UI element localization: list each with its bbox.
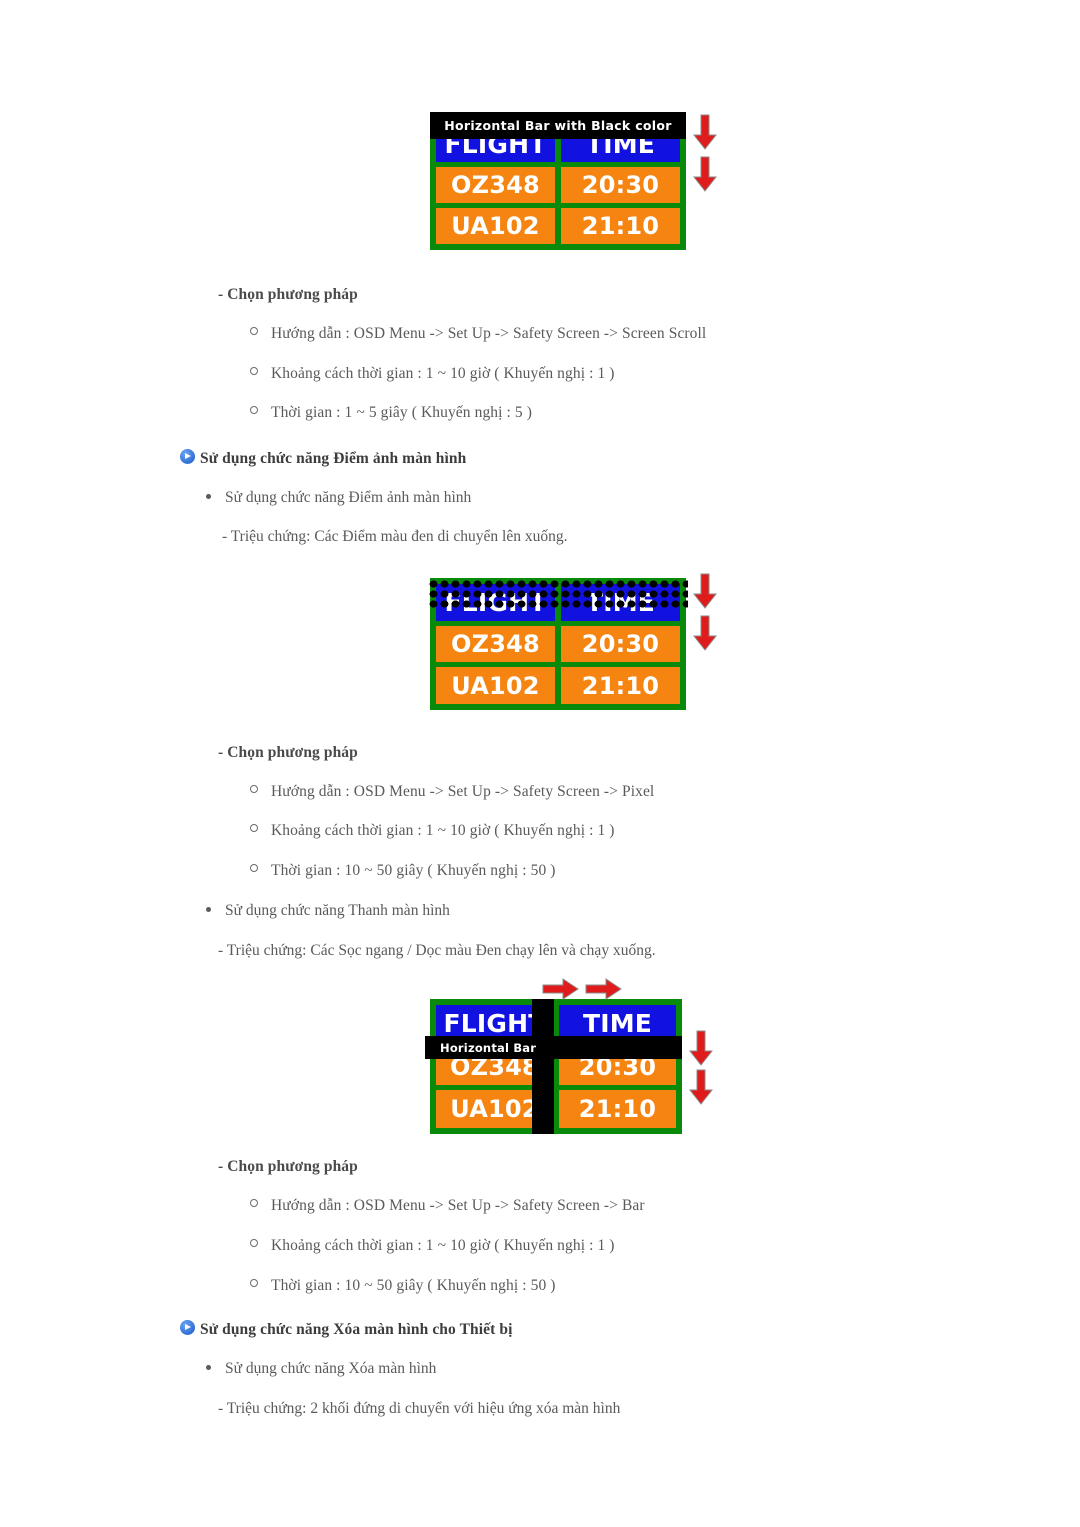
pixel-option-1-label: Hướng dẫn : OSD Menu -> Set Up -> Safety…	[271, 783, 655, 800]
board-row-1: OZ348 20:30	[436, 167, 680, 203]
pixel-method-title: - Chọn phương pháp	[218, 744, 358, 761]
bar-option-1-label: Hướng dẫn : OSD Menu -> Set Up -> Safety…	[271, 1197, 645, 1214]
bar-option-3: Thời gian : 10 ~ 50 giây ( Khuyến nghị :…	[250, 1277, 556, 1295]
option-bullet-icon	[250, 367, 258, 375]
scroll-option-1-label: Hướng dẫn : OSD Menu -> Set Up -> Safety…	[271, 325, 707, 342]
board-row-2: UA102 21:10	[436, 208, 680, 244]
section-arrow-icon	[180, 449, 195, 464]
flight-board: FLIGHT TIME OZ348 20:30 UA102 21:10	[430, 999, 682, 1134]
cell-flight-ua102: UA102	[436, 208, 555, 244]
pixel-option-3-label: Thời gian : 10 ~ 50 giây ( Khuyến nghị :…	[271, 862, 556, 879]
pixel-down-arrow-1	[692, 573, 718, 609]
scroll-option-3: Thời gian : 1 ~ 5 giây ( Khuyến nghị : 5…	[250, 404, 532, 422]
option-bullet-icon	[250, 1239, 258, 1247]
black-pixel-dots-overlay	[428, 579, 688, 609]
cell-time-2110: 21:10	[561, 667, 680, 705]
board-row-1: OZ348 20:30	[436, 625, 680, 663]
scroll-down-arrow-2	[692, 156, 718, 192]
bar-right-arrow-1	[542, 978, 579, 1000]
horizontal-black-bar: Horizontal Bar with Black color	[430, 112, 686, 139]
scroll-option-1: Hướng dẫn : OSD Menu -> Set Up -> Safety…	[250, 325, 706, 343]
pixel-section-symptom: - Triệu chứng: Các Điểm màu đen di chuyể…	[222, 528, 568, 545]
bar-section-symptom: - Triệu chứng: Các Sọc ngang / Dọc màu Đ…	[218, 942, 656, 959]
scroll-method-title: - Chọn phương pháp	[218, 286, 358, 303]
horizontal-bar-label: Horizontal Bar with Black color	[444, 118, 672, 133]
screen-pixel-figure: FLIGHT TIME OZ348 20:30 UA102 21:10	[428, 573, 730, 718]
bar-method-title: - Chọn phương pháp	[218, 1158, 358, 1175]
pixel-option-3: Thời gian : 10 ~ 50 giây ( Khuyến nghị :…	[250, 862, 556, 880]
option-bullet-icon	[250, 824, 258, 832]
cell-flight-ua102: UA102	[436, 667, 555, 705]
bar-section-bullet-label: Sử dụng chức năng Thanh màn hình	[225, 902, 450, 919]
document-page: FLIGHT TIME OZ348 20:30 UA102 21:10 Hori…	[0, 0, 1080, 1527]
horizontal-bar-label: Horizontal Bar	[440, 1040, 537, 1055]
option-bullet-icon	[250, 406, 258, 414]
cell-time-2030: 20:30	[561, 625, 680, 663]
bar-option-3-label: Thời gian : 10 ~ 50 giây ( Khuyến nghị :…	[271, 1277, 556, 1294]
section-arrow-icon	[180, 1320, 195, 1335]
bar-down-arrow-1	[688, 1030, 714, 1066]
screen-scroll-figure: FLIGHT TIME OZ348 20:30 UA102 21:10 Hori…	[430, 112, 730, 257]
scroll-option-3-label: Thời gian : 1 ~ 5 giây ( Khuyến nghị : 5…	[271, 404, 532, 421]
option-bullet-icon	[250, 785, 258, 793]
vertical-black-bar	[532, 999, 554, 1134]
cell-flight-oz348: OZ348	[436, 167, 555, 203]
bar-option-1: Hướng dẫn : OSD Menu -> Set Up -> Safety…	[250, 1197, 645, 1215]
cell-time-2110: 21:10	[561, 208, 680, 244]
option-bullet-icon	[250, 1199, 258, 1207]
scroll-down-arrow-1	[692, 114, 718, 150]
board-row-2: UA102 21:10	[436, 1090, 676, 1129]
eraser-section-bullet-label: Sử dụng chức năng Xóa màn hình	[225, 1360, 437, 1377]
option-bullet-icon	[250, 1279, 258, 1287]
eraser-section-bullet: Sử dụng chức năng Xóa màn hình	[206, 1360, 436, 1378]
screen-bar-figure: FLIGHT TIME OZ348 20:30 UA102 21:10 Hori…	[425, 975, 730, 1135]
eraser-section-symptom: - Triệu chứng: 2 khối đứng di chuyển với…	[218, 1400, 621, 1417]
cell-flight-oz348: OZ348	[436, 625, 555, 663]
bar-right-arrow-2	[585, 978, 622, 1000]
option-bullet-icon	[250, 864, 258, 872]
scroll-option-2: Khoảng cách thời gian : 1 ~ 10 giờ ( Khu…	[250, 365, 615, 383]
bar-option-2-label: Khoảng cách thời gian : 1 ~ 10 giờ ( Khu…	[271, 1237, 615, 1254]
pixel-option-2: Khoảng cách thời gian : 1 ~ 10 giờ ( Khu…	[250, 822, 615, 840]
bar-down-arrow-2	[688, 1069, 714, 1105]
bar-option-2: Khoảng cách thời gian : 1 ~ 10 giờ ( Khu…	[250, 1237, 615, 1255]
bullet-dot-icon	[206, 1365, 211, 1370]
board-row-2: UA102 21:10	[436, 667, 680, 705]
horizontal-black-bar: Horizontal Bar	[425, 1036, 682, 1059]
pixel-option-2-label: Khoảng cách thời gian : 1 ~ 10 giờ ( Khu…	[271, 822, 615, 839]
cell-time-2030: 20:30	[561, 167, 680, 203]
option-bullet-icon	[250, 327, 258, 335]
pixel-option-1: Hướng dẫn : OSD Menu -> Set Up -> Safety…	[250, 783, 654, 801]
bullet-dot-icon	[206, 494, 211, 499]
eraser-section-heading: Sử dụng chức năng Xóa màn hình cho Thiết…	[200, 1321, 513, 1338]
cell-time-2110: 21:10	[559, 1090, 676, 1129]
flight-board: FLIGHT TIME OZ348 20:30 UA102 21:10	[430, 120, 686, 250]
pixel-down-arrow-2	[692, 615, 718, 651]
pixel-section-heading: Sử dụng chức năng Điểm ảnh màn hình	[200, 450, 467, 467]
bullet-dot-icon	[206, 907, 211, 912]
scroll-option-2-label: Khoảng cách thời gian : 1 ~ 10 giờ ( Khu…	[271, 365, 615, 382]
pixel-section-bullet-label: Sử dụng chức năng Điểm ảnh màn hình	[225, 489, 472, 506]
pixel-section-bullet: Sử dụng chức năng Điểm ảnh màn hình	[206, 489, 471, 507]
bar-section-bullet: Sử dụng chức năng Thanh màn hình	[206, 902, 450, 920]
